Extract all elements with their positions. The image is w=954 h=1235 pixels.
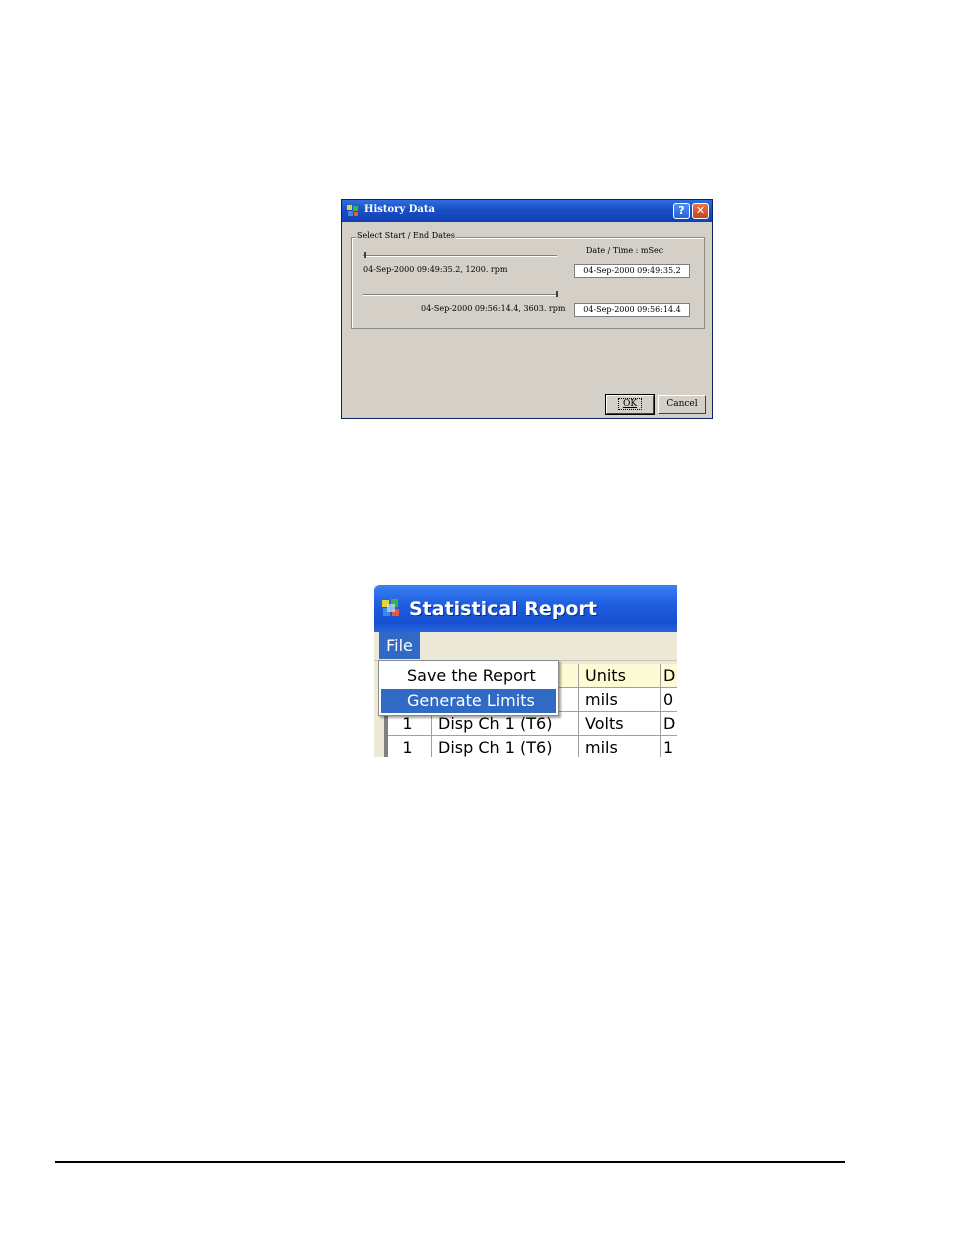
next-cell: 0 [661,688,677,711]
units-cell: mils [579,688,661,711]
ok-button[interactable]: OK [605,394,655,415]
end-slider-track[interactable] [363,294,557,296]
column-header-next[interactable]: D [661,664,677,687]
dialog-title: History Data [364,204,435,215]
column-header-units[interactable]: Units [579,664,661,687]
end-slider-thumb[interactable] [556,291,558,297]
help-icon[interactable]: ? [673,203,690,219]
table-row[interactable]: 1 Disp Ch 1 (T6) mils 1 [384,736,677,757]
app-icon [382,599,399,616]
app-icon [347,205,358,216]
close-icon[interactable]: ✕ [692,203,709,219]
group-label: Select Start / End Dates [356,231,456,240]
start-slider-track[interactable] [363,255,557,257]
next-cell: 1 [661,736,677,757]
start-date-field[interactable]: 04-Sep-2000 09:49:35.2 [574,264,690,278]
menu-item-generate-limits[interactable]: Generate Limits [381,689,556,713]
next-cell: D [661,712,677,735]
ok-label: OK [617,398,643,410]
cancel-button[interactable]: Cancel [658,395,706,414]
menu-item-save-report[interactable]: Save the Report [381,664,556,688]
file-menu-dropdown: Save the Report Generate Limits [378,660,559,716]
end-date-field[interactable]: 04-Sep-2000 09:56:14.4 [574,303,690,317]
units-cell: Volts [579,712,661,735]
start-slider-label: 04-Sep-2000 09:49:35.2, 1200. rpm [363,265,508,274]
column-header: Date / Time : mSec [586,246,664,255]
statistical-report-window: Statistical Report File Units D mils 0 1… [374,585,677,757]
window-title: Statistical Report [409,598,597,620]
end-slider-label: 04-Sep-2000 09:56:14.4, 3603. rpm [421,304,566,313]
title-bar[interactable]: Statistical Report [374,585,677,632]
page-footer-rule [55,1161,845,1163]
history-data-dialog: History Data ? ✕ Select Start / End Date… [341,199,713,419]
units-cell: mils [579,736,661,757]
channel-name: Disp Ch 1 (T6) [432,736,579,757]
menu-file[interactable]: File [379,632,420,659]
title-bar[interactable]: History Data ? ✕ [342,200,712,222]
row-number: 1 [384,736,432,757]
start-slider-thumb[interactable] [364,252,366,258]
